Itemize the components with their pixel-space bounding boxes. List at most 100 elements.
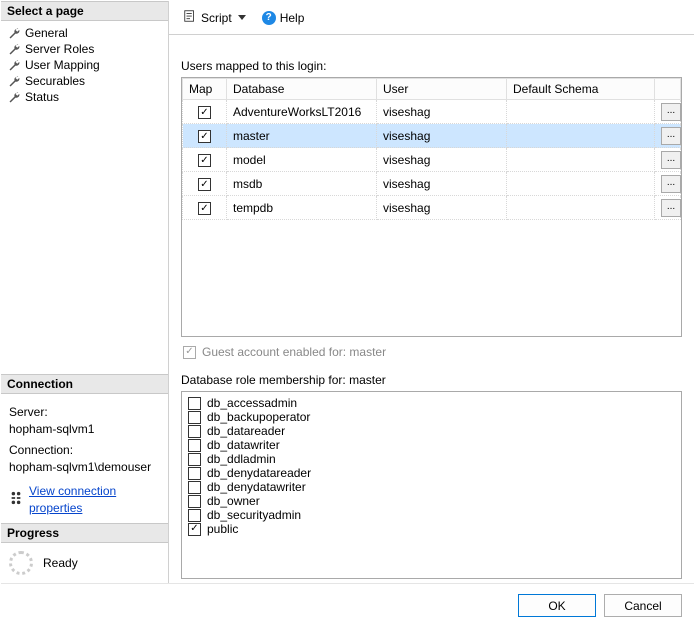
cell-user[interactable]: viseshag bbox=[377, 124, 507, 148]
wrench-icon bbox=[7, 90, 21, 104]
server-value: hopham-sqlvm1 bbox=[9, 421, 160, 438]
map-checkbox[interactable] bbox=[198, 178, 211, 191]
cell-schema[interactable] bbox=[507, 196, 655, 220]
table-row[interactable]: masterviseshag... bbox=[183, 124, 681, 148]
help-button[interactable]: ? Help bbox=[258, 9, 309, 27]
cell-user[interactable]: viseshag bbox=[377, 172, 507, 196]
cell-database[interactable]: AdventureWorksLT2016 bbox=[227, 100, 377, 124]
role-checkbox[interactable] bbox=[188, 495, 201, 508]
page-item-label: Securables bbox=[25, 74, 85, 88]
role-item[interactable]: db_accessadmin bbox=[188, 396, 675, 410]
right-panel: Script ? Help Users mapped to this login… bbox=[169, 1, 694, 583]
progress-body: Ready bbox=[1, 543, 168, 583]
progress-spinner-icon bbox=[9, 551, 33, 575]
table-row[interactable]: msdbviseshag... bbox=[183, 172, 681, 196]
guest-account-checkbox bbox=[183, 346, 196, 359]
cell-user[interactable]: viseshag bbox=[377, 100, 507, 124]
role-item[interactable]: db_ddladmin bbox=[188, 452, 675, 466]
left-panel: Select a page GeneralServer Roles User Ma… bbox=[1, 1, 169, 583]
role-name: db_owner bbox=[207, 494, 260, 508]
page-item-label: User Mapping bbox=[25, 58, 100, 72]
cell-database[interactable]: msdb bbox=[227, 172, 377, 196]
map-checkbox[interactable] bbox=[198, 202, 211, 215]
role-item[interactable]: db_securityadmin bbox=[188, 508, 675, 522]
view-connection-properties-link[interactable]: View connection properties bbox=[29, 483, 160, 517]
cell-schema[interactable] bbox=[507, 124, 655, 148]
role-checkbox[interactable] bbox=[188, 453, 201, 466]
cell-database[interactable]: model bbox=[227, 148, 377, 172]
users-mapped-grid[interactable]: Map Database User Default Schema Adventu… bbox=[181, 77, 682, 337]
script-icon bbox=[183, 9, 197, 26]
col-actions-header bbox=[655, 79, 681, 100]
role-name: db_datawriter bbox=[207, 438, 280, 452]
col-map-header[interactable]: Map bbox=[183, 79, 227, 100]
map-checkbox[interactable] bbox=[198, 106, 211, 119]
role-name: db_accessadmin bbox=[207, 396, 297, 410]
page-item-user-mapping[interactable]: User Mapping bbox=[1, 57, 168, 73]
connection-value: hopham-sqlvm1\demouser bbox=[9, 459, 160, 476]
role-item[interactable]: db_owner bbox=[188, 494, 675, 508]
schema-browse-button[interactable]: ... bbox=[661, 175, 681, 193]
cell-user[interactable]: viseshag bbox=[377, 196, 507, 220]
wrench-icon bbox=[7, 26, 21, 40]
script-label: Script bbox=[201, 11, 232, 25]
table-row[interactable]: AdventureWorksLT2016viseshag... bbox=[183, 100, 681, 124]
role-item[interactable]: db_denydatawriter bbox=[188, 480, 675, 494]
role-checkbox[interactable] bbox=[188, 509, 201, 522]
cell-schema[interactable] bbox=[507, 148, 655, 172]
cancel-button[interactable]: Cancel bbox=[604, 594, 682, 617]
role-name: db_ddladmin bbox=[207, 452, 276, 466]
role-checkbox[interactable] bbox=[188, 467, 201, 480]
role-item[interactable]: public bbox=[188, 522, 675, 536]
map-checkbox[interactable] bbox=[198, 130, 211, 143]
table-row[interactable]: tempdbviseshag... bbox=[183, 196, 681, 220]
map-checkbox[interactable] bbox=[198, 154, 211, 167]
main-area: Select a page GeneralServer Roles User Ma… bbox=[1, 1, 694, 583]
connection-props-icon bbox=[9, 491, 23, 510]
server-label: Server: bbox=[9, 404, 160, 421]
role-item[interactable]: db_datareader bbox=[188, 424, 675, 438]
role-checkbox[interactable] bbox=[188, 481, 201, 494]
role-checkbox[interactable] bbox=[188, 397, 201, 410]
wrench-icon bbox=[7, 74, 21, 88]
col-database-header[interactable]: Database bbox=[227, 79, 377, 100]
toolbar: Script ? Help bbox=[169, 1, 694, 35]
help-icon: ? bbox=[262, 11, 276, 25]
role-checkbox[interactable] bbox=[188, 411, 201, 424]
cell-schema[interactable] bbox=[507, 100, 655, 124]
role-item[interactable]: db_backupoperator bbox=[188, 410, 675, 424]
page-item-status[interactable]: Status bbox=[1, 89, 168, 105]
cell-database[interactable]: tempdb bbox=[227, 196, 377, 220]
role-membership-list[interactable]: db_accessadmindb_backupoperatordb_datare… bbox=[181, 391, 682, 579]
col-schema-header[interactable]: Default Schema bbox=[507, 79, 655, 100]
col-user-header[interactable]: User bbox=[377, 79, 507, 100]
schema-browse-button[interactable]: ... bbox=[661, 127, 681, 145]
schema-browse-button[interactable]: ... bbox=[661, 103, 681, 121]
help-label: Help bbox=[280, 11, 305, 25]
page-item-label: Server Roles bbox=[25, 42, 94, 56]
schema-browse-button[interactable]: ... bbox=[661, 199, 681, 217]
progress-header: Progress bbox=[1, 523, 168, 543]
role-item[interactable]: db_datawriter bbox=[188, 438, 675, 452]
ok-button[interactable]: OK bbox=[518, 594, 596, 617]
schema-browse-button[interactable]: ... bbox=[661, 151, 681, 169]
page-item-securables[interactable]: Securables bbox=[1, 73, 168, 89]
page-item-general[interactable]: General bbox=[1, 25, 168, 41]
cell-schema[interactable] bbox=[507, 172, 655, 196]
script-dropdown-icon bbox=[238, 15, 246, 20]
wrench-icon bbox=[7, 42, 21, 56]
cell-user[interactable]: viseshag bbox=[377, 148, 507, 172]
table-row[interactable]: modelviseshag... bbox=[183, 148, 681, 172]
role-checkbox[interactable] bbox=[188, 439, 201, 452]
role-item[interactable]: db_denydatareader bbox=[188, 466, 675, 480]
users-mapped-label: Users mapped to this login: bbox=[181, 59, 682, 73]
dialog-footer: OK Cancel bbox=[1, 583, 694, 627]
cell-database[interactable]: master bbox=[227, 124, 377, 148]
login-properties-dialog: Select a page GeneralServer Roles User Ma… bbox=[0, 0, 695, 628]
script-button[interactable]: Script bbox=[179, 7, 252, 28]
select-page-header: Select a page bbox=[1, 1, 168, 21]
role-checkbox[interactable] bbox=[188, 425, 201, 438]
page-item-server-roles[interactable]: Server Roles bbox=[1, 41, 168, 57]
role-checkbox[interactable] bbox=[188, 523, 201, 536]
role-name: public bbox=[207, 522, 238, 536]
